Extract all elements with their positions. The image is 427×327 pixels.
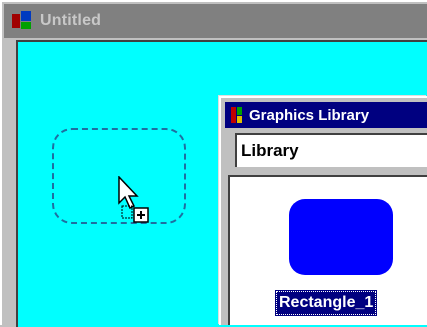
rectangle-preview[interactable]	[289, 199, 393, 275]
app-icon[interactable]	[12, 11, 34, 31]
library-select[interactable]: Library	[235, 133, 427, 167]
library-icon[interactable]	[231, 107, 243, 123]
graphics-library-titlebar[interactable]: Graphics Library	[225, 102, 427, 128]
graphics-library-title: Graphics Library	[249, 106, 370, 124]
rectangle-item-label[interactable]: Rectangle_1	[275, 290, 378, 316]
main-titlebar[interactable]: Untitled	[4, 4, 427, 38]
arrow-with-plus-icon	[118, 176, 149, 223]
window-title: Untitled	[40, 12, 102, 29]
